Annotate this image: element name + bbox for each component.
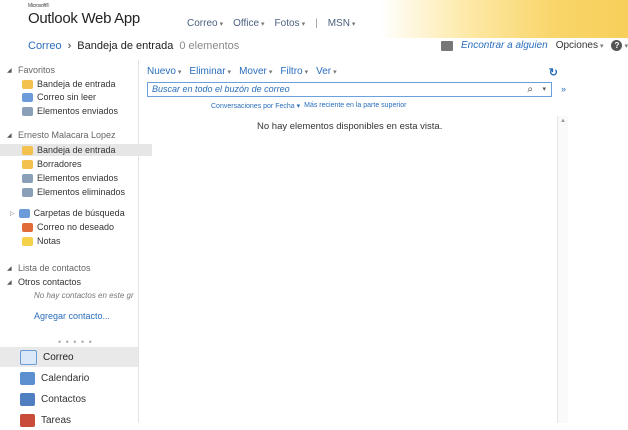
help-icon: ? — [611, 40, 623, 51]
refresh-icon[interactable]: ↻ — [549, 66, 558, 79]
fav-inbox[interactable]: Bandeja de entrada — [22, 79, 116, 89]
topnav-separator: | — [315, 18, 318, 29]
logo-text: Outlook Web App — [28, 10, 140, 27]
favorites-header[interactable]: Favoritos — [0, 65, 55, 75]
sent-folder-icon — [22, 173, 33, 183]
options-menu[interactable]: Opciones ▾ — [556, 40, 604, 51]
add-contact-link[interactable]: Agregar contacto... — [34, 311, 110, 321]
page-title: Bandeja de entrada — [77, 40, 174, 52]
header-commands: Encontrar a alguien Opciones ▾ ? ▾ — [440, 40, 628, 51]
find-someone-link[interactable]: Encontrar a alguien — [461, 40, 548, 51]
new-button[interactable]: Nuevo ▾ — [147, 66, 181, 77]
folder-sent[interactable]: Elementos enviados — [22, 173, 118, 183]
folder-search[interactable]: ▷ Carpetas de búsqueda — [10, 208, 125, 218]
breadcrumb: Correo › Bandeja de entrada 0 elementos — [28, 40, 239, 52]
contacts-header[interactable]: Lista de contactos — [0, 263, 91, 273]
app-logo[interactable]: Microsoft® Outlook Web App — [28, 3, 140, 27]
pane-resize-handle[interactable]: • • • • • — [58, 337, 93, 347]
module-contacts[interactable]: Contactos — [0, 389, 138, 409]
calendar-icon — [20, 371, 35, 385]
folder-inbox[interactable]: Bandeja de entrada — [0, 144, 152, 156]
no-contacts-text: No hay contactos en este gr — [34, 291, 134, 300]
contacts-icon — [20, 392, 35, 406]
sent-folder-icon — [22, 106, 33, 116]
expand-arrow-icon[interactable]: ▷ — [10, 210, 15, 217]
filter-button[interactable]: Filtro ▾ — [280, 66, 308, 77]
mail-icon — [20, 349, 37, 365]
topnav-msn[interactable]: MSN ▾ — [328, 18, 356, 29]
help-button[interactable]: ? ▾ — [611, 40, 628, 51]
logo-small-text: Microsoft® — [28, 3, 49, 9]
account-header[interactable]: Ernesto Malacara Lopez — [0, 130, 116, 140]
message-list-pane: Nuevo ▾ Eliminar ▾ Mover ▾ Filtro ▾ Ver ▾ ↻ B… — [139, 60, 568, 423]
search-input[interactable]: Buscar en todo el buzón de correo ⌕ ▾ — [147, 82, 552, 97]
other-contacts-header[interactable]: Otros contactos — [0, 277, 81, 287]
unread-mail-icon — [22, 92, 33, 102]
folder-icon — [22, 79, 33, 89]
folder-drafts[interactable]: Borradores — [22, 159, 82, 169]
deleted-folder-icon — [22, 187, 33, 197]
folder-junk[interactable]: Correo no deseado — [22, 222, 114, 232]
junk-folder-icon — [22, 222, 33, 232]
expand-search-icon[interactable]: » — [561, 84, 566, 94]
module-mail[interactable]: Correo — [0, 347, 138, 367]
top-bar: Microsoft® Outlook Web App Correo ▾ Offic… — [0, 0, 628, 38]
topnav-office[interactable]: Office ▾ — [233, 18, 264, 29]
move-button[interactable]: Mover ▾ — [239, 66, 272, 77]
notes-icon — [22, 236, 33, 246]
address-book-icon[interactable] — [440, 40, 453, 51]
module-tasks[interactable]: Tareas — [0, 410, 138, 430]
navigation-pane: Favoritos Bandeja de entrada Correo sin … — [0, 60, 152, 427]
item-count: 0 elementos — [179, 40, 240, 52]
top-nav: Correo ▾ Office ▾ Fotos ▾ | MSN ▾ — [187, 18, 355, 29]
delete-button[interactable]: Eliminar ▾ — [189, 66, 231, 77]
fav-sent[interactable]: Elementos enviados — [22, 106, 118, 116]
topnav-fotos[interactable]: Fotos ▾ — [275, 18, 306, 29]
search-dropdown-icon[interactable]: ▾ — [542, 83, 546, 96]
folder-notes[interactable]: Notas — [22, 236, 61, 246]
fav-unread[interactable]: Correo sin leer — [22, 92, 96, 102]
header-flare — [380, 0, 628, 38]
sort-bar: Conversaciones por Fecha ▾ Más reciente … — [211, 102, 406, 110]
folder-icon — [22, 145, 33, 155]
tasks-icon — [20, 413, 35, 427]
list-toolbar: Nuevo ▾ Eliminar ▾ Mover ▾ Filtro ▾ Ver ▾ — [147, 66, 337, 77]
search-folder-icon — [18, 208, 30, 218]
breadcrumb-separator: › — [67, 40, 72, 52]
topnav-correo[interactable]: Correo ▾ — [187, 18, 223, 29]
scrollbar[interactable] — [557, 116, 568, 423]
empty-list-message: No hay elementos disponibles en esta vis… — [257, 121, 443, 132]
breadcrumb-root[interactable]: Correo — [28, 40, 62, 52]
sort-by-menu[interactable]: Conversaciones por Fecha ▾ — [211, 102, 300, 110]
folder-deleted[interactable]: Elementos eliminados — [22, 187, 125, 197]
sort-order-menu[interactable]: Más reciente en la parte superior — [304, 102, 406, 110]
scroll-up-icon[interactable]: ▲ — [560, 118, 566, 124]
drafts-folder-icon — [22, 159, 33, 169]
module-calendar[interactable]: Calendario — [0, 368, 138, 388]
search-icon[interactable]: ⌕ — [527, 83, 533, 96]
search-placeholder: Buscar en todo el buzón de correo — [152, 84, 290, 94]
view-button[interactable]: Ver ▾ — [316, 66, 337, 77]
